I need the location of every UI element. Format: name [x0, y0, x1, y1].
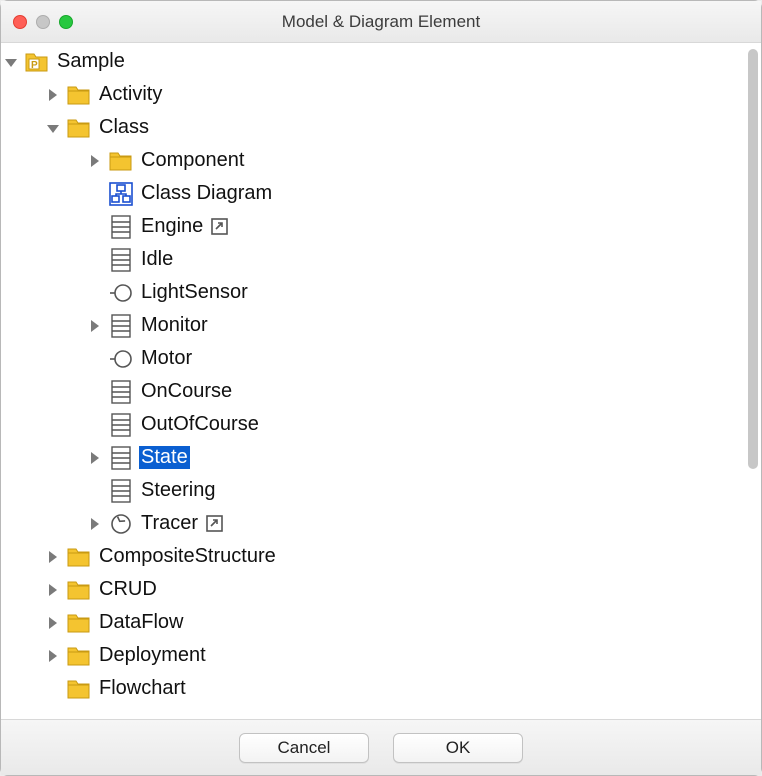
folder-icon — [109, 149, 133, 173]
minimize-icon[interactable] — [36, 15, 50, 29]
folder-icon — [67, 578, 91, 602]
scrollbar[interactable] — [748, 49, 758, 469]
close-icon[interactable] — [13, 15, 27, 29]
title-bar: Model & Diagram Element — [1, 1, 761, 43]
chevron-right-icon[interactable] — [43, 580, 63, 600]
tree-item[interactable]: Activity — [1, 78, 761, 111]
tree-item-label: OutOfCourse — [139, 413, 261, 436]
arrow-placeholder — [85, 415, 105, 435]
class-icon — [109, 314, 133, 338]
arrow-placeholder — [85, 184, 105, 204]
chevron-right-icon[interactable] — [43, 613, 63, 633]
tree-item[interactable]: Flowchart — [1, 672, 761, 705]
tree-item-label: CRUD — [97, 578, 159, 601]
tree-view[interactable]: Sample Activity Class Component Class Diagra… — [1, 43, 761, 719]
project-icon — [25, 50, 49, 74]
class-icon — [109, 446, 133, 470]
folder-icon — [67, 644, 91, 668]
arrow-placeholder — [43, 679, 63, 699]
class-icon — [109, 479, 133, 503]
chevron-down-icon[interactable] — [1, 52, 21, 72]
arrow-placeholder — [85, 349, 105, 369]
chevron-right-icon[interactable] — [85, 151, 105, 171]
tree-item[interactable]: State — [1, 441, 761, 474]
tree-item-label: Tracer — [139, 512, 200, 535]
cancel-button[interactable]: Cancel — [239, 733, 369, 763]
tree-item-label: Class Diagram — [139, 182, 274, 205]
tree-item[interactable]: OutOfCourse — [1, 408, 761, 441]
chevron-right-icon[interactable] — [85, 448, 105, 468]
tree-item-label: LightSensor — [139, 281, 250, 304]
class-icon — [109, 215, 133, 239]
arrow-placeholder — [85, 382, 105, 402]
chevron-right-icon[interactable] — [85, 514, 105, 534]
ok-button[interactable]: OK — [393, 733, 523, 763]
arrow-placeholder — [85, 283, 105, 303]
folder-icon — [67, 677, 91, 701]
interface-icon — [109, 347, 133, 371]
zoom-icon[interactable] — [59, 15, 73, 29]
tree-item[interactable]: Component — [1, 144, 761, 177]
tree-item[interactable]: Idle — [1, 243, 761, 276]
window-controls — [13, 15, 73, 29]
tree-item-label: Deployment — [97, 644, 208, 667]
chevron-right-icon[interactable] — [43, 646, 63, 666]
interface-icon — [109, 281, 133, 305]
external-link-icon — [211, 218, 229, 236]
tree-item-label: OnCourse — [139, 380, 234, 403]
folder-icon — [67, 83, 91, 107]
tree-item-label: State — [139, 446, 190, 469]
dialog-footer: Cancel OK — [1, 719, 761, 775]
tree-item[interactable]: OnCourse — [1, 375, 761, 408]
folder-icon — [67, 545, 91, 569]
tree-item[interactable]: Steering — [1, 474, 761, 507]
tree-item[interactable]: LightSensor — [1, 276, 761, 309]
tree-item-label: Flowchart — [97, 677, 188, 700]
tree-item[interactable]: Motor — [1, 342, 761, 375]
tree-item[interactable]: Monitor — [1, 309, 761, 342]
folder-icon — [67, 116, 91, 140]
tree-item-label: Monitor — [139, 314, 210, 337]
tree-item-label: Motor — [139, 347, 194, 370]
chevron-down-icon[interactable] — [43, 118, 63, 138]
tree-item-label: Class — [97, 116, 151, 139]
tree-item[interactable]: Tracer — [1, 507, 761, 540]
tree-item[interactable]: Engine — [1, 210, 761, 243]
chevron-right-icon[interactable] — [85, 316, 105, 336]
diagram-icon — [109, 182, 133, 206]
arrow-placeholder — [85, 217, 105, 237]
folder-icon — [67, 611, 91, 635]
tree-item-label: Component — [139, 149, 246, 172]
tree-item-label: Steering — [139, 479, 218, 502]
arrow-placeholder — [85, 250, 105, 270]
tree-item-label: Sample — [55, 50, 127, 73]
external-link-icon — [206, 515, 224, 533]
dialog-body: Sample Activity Class Component Class Diagra… — [1, 43, 761, 719]
tree-item-label: Activity — [97, 83, 164, 106]
activeclass-icon — [109, 512, 133, 536]
tree-item-label: Engine — [139, 215, 205, 238]
tree-item[interactable]: Class — [1, 111, 761, 144]
tree-item[interactable]: Class Diagram — [1, 177, 761, 210]
window-title: Model & Diagram Element — [13, 12, 749, 32]
tree-item[interactable]: CompositeStructure — [1, 540, 761, 573]
class-icon — [109, 380, 133, 404]
chevron-right-icon[interactable] — [43, 547, 63, 567]
tree-item[interactable]: Deployment — [1, 639, 761, 672]
tree-item-label: CompositeStructure — [97, 545, 278, 568]
tree-item-label: Idle — [139, 248, 175, 271]
tree-item-label: DataFlow — [97, 611, 185, 634]
tree-item[interactable]: DataFlow — [1, 606, 761, 639]
class-icon — [109, 248, 133, 272]
tree-item[interactable]: Sample — [1, 45, 761, 78]
tree-item[interactable]: CRUD — [1, 573, 761, 606]
class-icon — [109, 413, 133, 437]
arrow-placeholder — [85, 481, 105, 501]
chevron-right-icon[interactable] — [43, 85, 63, 105]
